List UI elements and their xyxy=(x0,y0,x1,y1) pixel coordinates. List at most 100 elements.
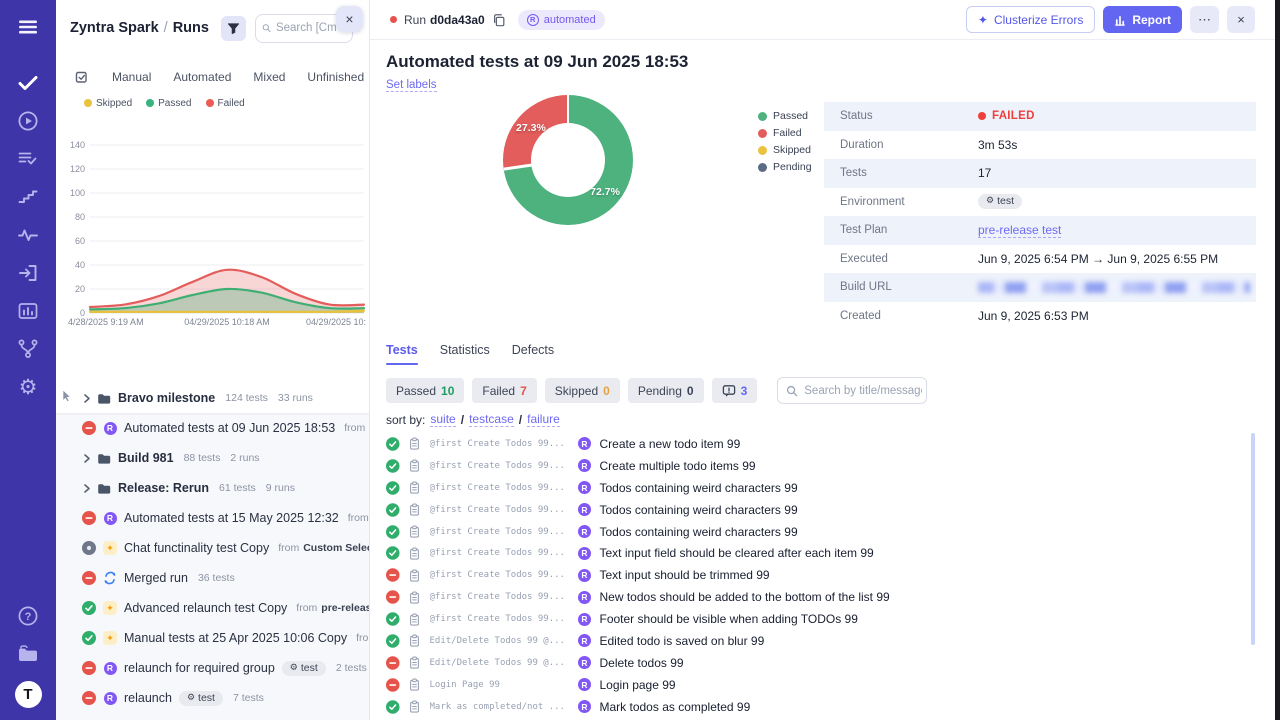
runs-tab-automated[interactable]: Automated xyxy=(173,70,231,84)
set-labels-link[interactable]: Set labels xyxy=(386,79,437,92)
details-row-environment: Environment⚙test xyxy=(824,188,1256,217)
filter-comments[interactable]: 3 xyxy=(712,378,758,403)
test-title: Create a new todo item 99 xyxy=(600,437,741,451)
tests-search xyxy=(777,377,927,404)
svg-text:60: 60 xyxy=(75,236,85,246)
projects-folder-icon[interactable] xyxy=(16,642,40,666)
donut-legend-skipped: Skipped xyxy=(758,144,812,156)
test-row[interactable]: @first Create Todos 99...RFooter should … xyxy=(386,608,1245,630)
filter-passed[interactable]: Passed10 xyxy=(386,378,464,403)
chevron-right-icon[interactable] xyxy=(82,483,92,494)
report-button[interactable]: Report xyxy=(1103,6,1182,33)
test-row[interactable]: @first Create Todos 99...RNew todos shou… xyxy=(386,586,1245,608)
filter-failed[interactable]: Failed7 xyxy=(472,378,536,403)
test-row[interactable]: Edit/Delete Todos 99 @...RDelete todos 9… xyxy=(386,652,1245,674)
run-folder-row[interactable]: Bravo milestone124 tests33 runs xyxy=(56,383,369,413)
clusterize-errors-button[interactable]: ✦ Clusterize Errors xyxy=(966,6,1095,33)
details-row-executed: ExecutedJun 9, 2025 6:54 PM → Jun 9, 202… xyxy=(824,245,1256,274)
test-suite: Login Page 99 xyxy=(430,680,570,690)
legend-item-passed: Passed xyxy=(146,98,191,109)
clipboard-icon xyxy=(408,612,422,626)
run-meta: 36 tests xyxy=(198,572,235,584)
breadcrumb-project[interactable]: Zyntra Spark xyxy=(70,20,159,36)
test-row[interactable]: @first Create Todos 99...RCreate multipl… xyxy=(386,455,1245,477)
filter-pending[interactable]: Pending0 xyxy=(628,378,704,403)
legend-item-failed: Failed xyxy=(206,98,245,109)
select-tasks-icon[interactable] xyxy=(74,69,90,85)
run-meta: 7 tests xyxy=(233,692,264,704)
svg-text:140: 140 xyxy=(70,140,85,150)
test-row[interactable]: @first Create Todos 99...RText input fie… xyxy=(386,542,1245,564)
automated-icon: R xyxy=(103,511,117,525)
settings-gear-icon[interactable]: ⚙ xyxy=(16,375,40,399)
runs-tab-mixed[interactable]: Mixed xyxy=(253,70,285,84)
run-row[interactable]: ✦Manual tests at 25 Apr 2025 10:06 Copyf… xyxy=(56,623,369,653)
runs-check-icon[interactable] xyxy=(16,71,40,95)
activity-pulse-icon[interactable] xyxy=(16,223,40,247)
runs-chart-legend: SkippedPassedFailed xyxy=(68,96,368,110)
copy-icon xyxy=(492,13,506,27)
tab-tests[interactable]: Tests xyxy=(386,343,418,365)
steps-icon[interactable] xyxy=(16,185,40,209)
chevron-right-icon[interactable] xyxy=(82,393,92,404)
close-run-button[interactable]: × xyxy=(1227,6,1255,33)
test-row[interactable]: @first Create Todos 99...RText input sho… xyxy=(386,564,1245,586)
chevron-right-icon[interactable] xyxy=(82,453,92,464)
details-row-test-plan: Test Planpre-release test xyxy=(824,216,1256,245)
run-list-icon[interactable] xyxy=(16,147,40,171)
copy-run-id-button[interactable] xyxy=(492,13,506,27)
clipboard-icon xyxy=(408,481,422,495)
run-row[interactable]: RAutomated tests at 09 Jun 2025 18:53fro… xyxy=(56,413,369,443)
help-icon[interactable]: ? xyxy=(16,604,40,628)
sort-by-testcase[interactable]: testcase xyxy=(469,412,514,427)
sort-by-failure[interactable]: failure xyxy=(527,412,560,427)
sparkle-icon: ✦ xyxy=(978,13,988,27)
run-folder-row[interactable]: Build 98188 tests2 runs xyxy=(56,443,369,473)
run-row[interactable]: Rrelaunch⚙test7 tests xyxy=(56,683,369,713)
filter-button[interactable] xyxy=(221,16,246,41)
run-row[interactable]: Merged run36 tests xyxy=(56,563,369,593)
test-row[interactable]: @first Create Todos 99...RTodos containi… xyxy=(386,521,1245,543)
details-label: Executed xyxy=(840,253,978,265)
test-plan-link[interactable]: pre-release test xyxy=(978,223,1061,238)
run-row[interactable]: ✦Chat functinality test CopyfromCustom S… xyxy=(56,533,369,563)
filter-skipped[interactable]: Skipped0 xyxy=(545,378,620,403)
play-circle-icon[interactable] xyxy=(16,109,40,133)
run-row[interactable]: Rrelaunch for required group⚙test2 tests xyxy=(56,653,369,683)
from-label: from xyxy=(278,542,299,554)
run-folder-row[interactable]: Release: Rerun61 tests9 runs xyxy=(56,473,369,503)
tests-scrollbar[interactable] xyxy=(1251,433,1255,645)
test-row[interactable]: Edit/Delete Todos 99 @...REdited todo is… xyxy=(386,630,1245,652)
run-meta: 2 runs xyxy=(230,452,259,464)
test-row[interactable]: @first Create Todos 99...RTodos containi… xyxy=(386,499,1245,521)
panel-close-button[interactable]: × xyxy=(336,6,363,32)
automated-icon: R xyxy=(578,546,592,560)
analytics-icon[interactable] xyxy=(16,299,40,323)
run-row[interactable]: ✦Advanced relaunch test Copyfrompre-rele… xyxy=(56,593,369,623)
details-row-tests: Tests17 xyxy=(824,159,1256,188)
test-row[interactable]: Login Page 99RLogin page 99 xyxy=(386,674,1245,696)
run-row[interactable]: RAutomated tests at 15 May 2025 12:32fro… xyxy=(56,503,369,533)
sidebar: ⚙ ? T xyxy=(0,0,56,720)
test-row[interactable]: @first Create Todos 99...RCreate a new t… xyxy=(386,433,1245,455)
sort-by-suite[interactable]: suite xyxy=(430,412,455,427)
tab-statistics[interactable]: Statistics xyxy=(440,343,490,365)
passed-percentage: 72.7% xyxy=(590,186,620,198)
app-logo[interactable]: T xyxy=(15,681,42,708)
automated-icon: R xyxy=(578,678,592,692)
test-row[interactable]: @first Create Todos 99...RTodos containi… xyxy=(386,477,1245,499)
tests-search-input[interactable] xyxy=(804,385,922,397)
svg-text:04/29/2025 10:18 AM: 04/29/2025 10:18 AM xyxy=(184,317,270,327)
svg-text:04/29/2025 10:: 04/29/2025 10: xyxy=(306,317,366,327)
runs-tab-manual[interactable]: Manual xyxy=(112,70,151,84)
sign-in-icon[interactable] xyxy=(16,261,40,285)
run-meta: 33 runs xyxy=(278,392,313,404)
runs-tab-unfinished[interactable]: Unfinished xyxy=(307,70,364,84)
more-button[interactable]: ⋯ xyxy=(1190,6,1219,33)
branch-icon[interactable] xyxy=(16,337,40,361)
menu-icon[interactable] xyxy=(16,15,40,44)
test-row[interactable]: Mark as completed/not ...RMark todos as … xyxy=(386,696,1245,718)
test-suite: Mark as completed/not ... xyxy=(430,702,570,712)
report-chart-icon xyxy=(1114,14,1126,26)
tab-defects[interactable]: Defects xyxy=(512,343,554,365)
